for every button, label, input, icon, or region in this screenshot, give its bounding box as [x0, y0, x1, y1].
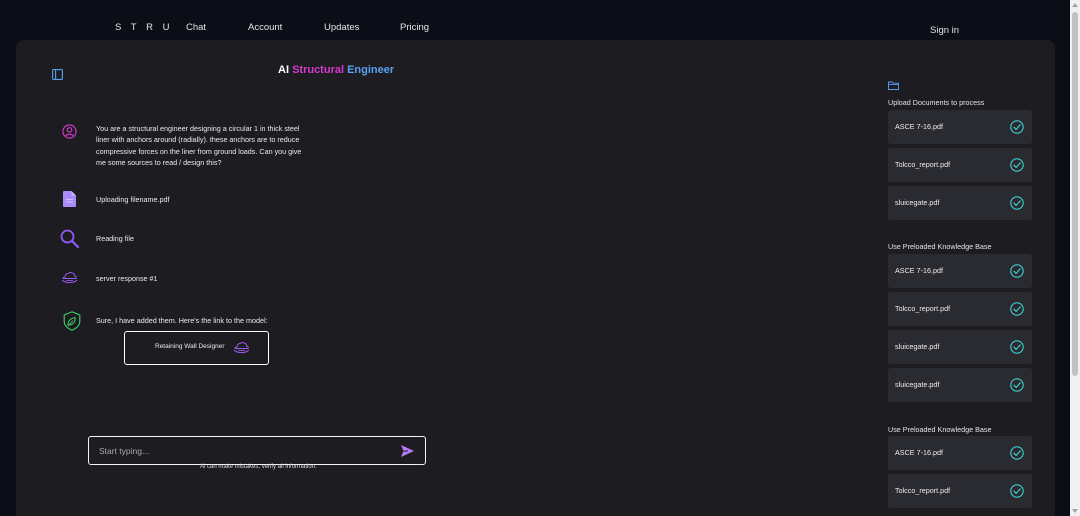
scroll-up-arrow[interactable]	[1072, 3, 1078, 7]
document-name: Tolcco_report.pdf	[895, 304, 951, 313]
nav-account[interactable]: Account	[248, 22, 282, 33]
chat-input[interactable]	[99, 442, 389, 459]
document-card[interactable]: sluicegate.pdf	[888, 368, 1032, 402]
title-engineer: Engineer	[347, 64, 395, 76]
user-icon	[62, 124, 77, 144]
retaining-wall-designer-button[interactable]: Retaining Wall Designer	[124, 331, 269, 365]
top-navigation: S T R U Chat Account Updates Pricing Sig…	[0, 0, 1070, 42]
nav-pricing[interactable]: Pricing	[400, 22, 429, 33]
search-icon	[60, 229, 80, 253]
file-icon	[63, 191, 76, 212]
scrollbar-thumb[interactable]	[1072, 12, 1078, 376]
document-card[interactable]: Tolcco_report.pdf	[888, 148, 1032, 182]
document-name: sluicegate.pdf	[895, 342, 940, 351]
document-name: sluicegate.pdf	[895, 198, 940, 207]
page-title: AI Structural Engineer	[278, 64, 394, 76]
section-title: Upload Documents to process	[888, 98, 985, 107]
cloud-hand-icon	[233, 341, 250, 353]
nav-updates[interactable]: Updates	[324, 22, 359, 33]
scroll-down-arrow[interactable]	[1072, 509, 1078, 513]
document-name: Tolcco_report.pdf	[895, 486, 951, 495]
check-circle-icon[interactable]	[1010, 196, 1024, 215]
check-circle-icon[interactable]	[1010, 446, 1024, 465]
check-circle-icon[interactable]	[1010, 264, 1024, 283]
check-circle-icon[interactable]	[1010, 484, 1024, 503]
check-circle-icon[interactable]	[1010, 340, 1024, 359]
leaf-shield-icon	[63, 311, 81, 336]
document-card[interactable]: Tolcco_report.pdf	[888, 474, 1032, 508]
message-text: Uploading filename.pdf	[96, 195, 170, 204]
document-name: sluicegate.pdf	[895, 380, 940, 389]
message-text: You are a structural engineer designing …	[96, 124, 302, 168]
message-text: Sure, I have added them. Here's the link…	[96, 316, 268, 325]
document-card[interactable]: sluicegate.pdf	[888, 330, 1032, 364]
message-text: Reading file	[96, 234, 134, 243]
folder-icon[interactable]	[888, 77, 899, 95]
page-scrollbar[interactable]	[1070, 0, 1080, 516]
sidebar-toggle-icon[interactable]	[52, 67, 63, 80]
document-card[interactable]: Tolcco_report.pdf	[888, 292, 1032, 326]
message-text: server response #1	[96, 274, 158, 283]
nav-chat[interactable]: Chat	[186, 22, 206, 33]
document-card[interactable]: ASCE 7-16.pdf	[888, 110, 1032, 144]
document-name: ASCE 7-16.pdf	[895, 266, 943, 275]
sign-in-link[interactable]: Sign in	[930, 25, 959, 36]
send-button[interactable]	[399, 443, 415, 459]
document-name: ASCE 7-16.pdf	[895, 122, 943, 131]
title-ai: AI	[278, 64, 289, 76]
check-circle-icon[interactable]	[1010, 302, 1024, 321]
check-circle-icon[interactable]	[1010, 158, 1024, 177]
disclaimer-text: Ai can make mistakes, verify all informa…	[200, 464, 317, 470]
send-icon	[401, 445, 414, 457]
result-button-label: Retaining Wall Designer	[155, 343, 225, 350]
chat-composer	[88, 436, 426, 465]
document-card[interactable]: sluicegate.pdf	[888, 186, 1032, 220]
check-circle-icon[interactable]	[1010, 378, 1024, 397]
document-card[interactable]: ASCE 7-16.pdf	[888, 436, 1032, 470]
cloud-hand-icon	[61, 271, 78, 289]
brand-logo-link[interactable]: S T R U	[115, 22, 173, 33]
document-card[interactable]: ASCE 7-16.pdf	[888, 254, 1032, 288]
section-title: Use Preloaded Knowledge Base	[888, 242, 992, 251]
title-structural: Structural	[292, 64, 345, 76]
section-title: Use Preloaded Knowledge Base	[888, 425, 992, 434]
document-name: ASCE 7-16.pdf	[895, 448, 943, 457]
document-name: Tolcco_report.pdf	[895, 160, 951, 169]
check-circle-icon[interactable]	[1010, 120, 1024, 139]
